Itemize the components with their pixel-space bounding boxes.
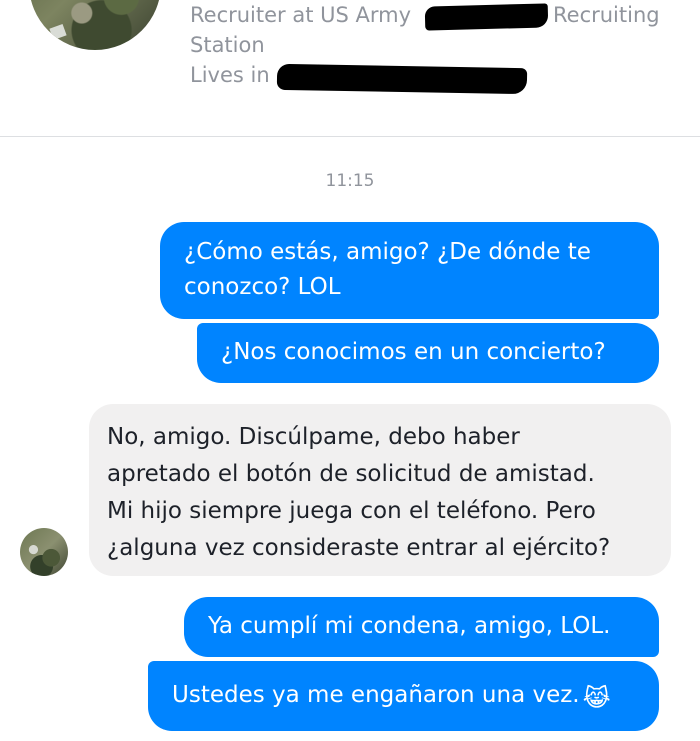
outgoing-message[interactable]: Ya cumplí mi condena, amigo, LOL. [184,597,659,657]
profile-job-line: Recruiter at US Army [190,2,411,28]
message-line: ¿Cómo estás, amigo? ¿De dónde te [184,239,591,265]
redaction-mark [276,63,528,95]
profile-job-prefix: Recruiter at US Army [190,3,412,27]
message-line: ¿alguna vez consideraste entrar al ejérc… [107,535,611,561]
message-timestamp: 11:15 [325,171,375,191]
redaction-mark [424,3,549,31]
crying-laughing-cat-icon: 😹 [582,684,611,712]
message-line: ¿Nos conocimos en un concierto? [221,339,606,365]
profile-avatar[interactable] [29,0,161,50]
profile-header: Recruiter at US Army Recruiting Station … [0,0,700,137]
profile-lives-in-label: Lives in [190,63,270,87]
message-line: Ustedes ya me engañaron una vez. [172,682,580,708]
message-line: No, amigo. Discúlpame, debo haber [107,424,520,450]
sender-avatar[interactable] [20,528,68,576]
incoming-message[interactable]: No, amigo. Discúlpame, debo haber apreta… [89,404,671,576]
message-line: apretado el botón de solicitud de amista… [107,461,595,487]
message-line: Ya cumplí mi condena, amigo, LOL. [208,613,611,639]
message-line: conozco? LOL [184,274,341,300]
outgoing-message[interactable]: ¿Nos conocimos en un concierto? [197,323,659,383]
outgoing-message[interactable]: ¿Cómo estás, amigo? ¿De dónde te conozco… [160,222,659,319]
avatar-photo-detail [49,23,67,41]
profile-job-suffix: Recruiting [553,3,660,27]
profile-job-line-2: Station [190,33,265,57]
outgoing-message[interactable]: Ustedes ya me engañaron una vez. 😹 [148,661,659,731]
message-line: Mi hijo siempre juega con el teléfono. P… [107,498,596,524]
